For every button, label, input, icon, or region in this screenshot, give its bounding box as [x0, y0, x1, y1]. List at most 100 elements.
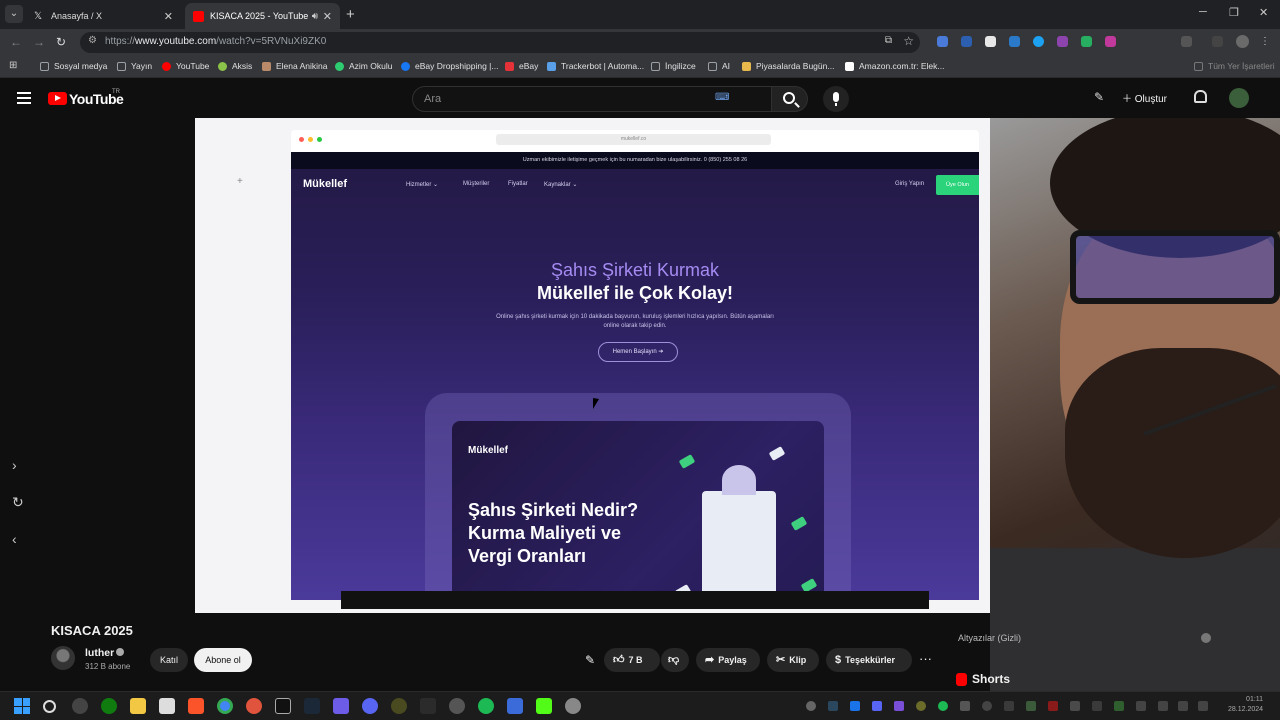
reload-icon[interactable]: ↻: [56, 35, 66, 49]
search-button[interactable]: [772, 86, 808, 112]
menu-icon[interactable]: [17, 92, 31, 104]
thanks-button[interactable]: $ Teşekkürler: [826, 648, 912, 672]
tray-icon[interactable]: [960, 701, 970, 711]
discord-icon[interactable]: [362, 698, 378, 714]
extensions-puzzle-icon[interactable]: [1181, 36, 1192, 47]
dislike-button[interactable]: 👎︎: [661, 648, 689, 672]
app-icon[interactable]: [565, 698, 581, 714]
share-button[interactable]: ➦ Paylaş: [696, 648, 760, 672]
voice-search-button[interactable]: [823, 86, 849, 112]
audio-playing-icon[interactable]: 🔊︎: [312, 11, 318, 22]
tray-icon[interactable]: [1070, 701, 1080, 711]
channel-name[interactable]: luther: [85, 647, 114, 659]
translate-extension-icon[interactable]: [937, 36, 948, 47]
address-bar[interactable]: ⚙︎ https://www.youtube.com/watch?v=5RVNu…: [80, 32, 920, 53]
extension-icon[interactable]: [1009, 36, 1020, 47]
extension-icon[interactable]: [1105, 36, 1116, 47]
extension-icon[interactable]: [961, 36, 972, 47]
extension-icon[interactable]: [1081, 36, 1092, 47]
new-tab-button[interactable]: +: [346, 6, 355, 23]
tray-icon[interactable]: [806, 701, 816, 711]
refresh-icon[interactable]: ↻: [12, 494, 24, 511]
forward-icon[interactable]: →: [33, 35, 45, 49]
windows-start-icon[interactable]: [14, 698, 30, 714]
url-text[interactable]: https://www.youtube.com/watch?v=5RVNuXi9…: [105, 36, 326, 47]
discord-tray-icon[interactable]: [872, 701, 882, 711]
bookmark-item[interactable]: AI: [708, 61, 730, 71]
bookmark-item[interactable]: YouTube: [162, 61, 209, 71]
volume-icon[interactable]: [1198, 701, 1208, 711]
extension-icon[interactable]: [985, 36, 996, 47]
clip-button[interactable]: ✂ Klip: [767, 648, 819, 672]
palette-icon[interactable]: ✎: [585, 653, 595, 667]
more-actions-button[interactable]: ···: [919, 651, 932, 666]
system-clock[interactable]: 01:11 28.12.2024: [1228, 695, 1263, 715]
bookmark-star-icon[interactable]: ☆: [903, 34, 914, 48]
bookmark-item[interactable]: Trackerbot | Automa...: [547, 61, 644, 71]
search-icon[interactable]: [43, 700, 56, 713]
epic-games-icon[interactable]: [275, 698, 291, 714]
app-icon[interactable]: [507, 698, 523, 714]
back-icon[interactable]: ←: [10, 35, 22, 49]
bookmark-item[interactable]: İngilizce: [651, 61, 696, 71]
search-input[interactable]: Ara ⌨︎: [412, 86, 772, 112]
app-icon[interactable]: [246, 698, 262, 714]
app-icon[interactable]: [420, 698, 436, 714]
store-icon[interactable]: [159, 698, 175, 714]
file-explorer-icon[interactable]: [130, 698, 146, 714]
app-icon[interactable]: [391, 698, 407, 714]
tray-icon[interactable]: [850, 701, 860, 711]
like-button[interactable]: 👍︎ 7 B: [604, 648, 660, 672]
install-app-icon[interactable]: ⧉: [885, 35, 892, 46]
steam-tray-icon[interactable]: [828, 701, 838, 711]
bookmark-item[interactable]: Elena Anikina: [262, 61, 328, 71]
tray-icon[interactable]: [916, 701, 926, 711]
app-icon[interactable]: [333, 698, 349, 714]
brave-icon[interactable]: [188, 698, 204, 714]
close-tab-icon[interactable]: ✕: [164, 10, 173, 23]
tab-search-button[interactable]: ⌄: [5, 5, 23, 23]
tray-icon[interactable]: [1136, 701, 1146, 711]
extension-icon[interactable]: [1057, 36, 1068, 47]
spotify-tray-icon[interactable]: [938, 701, 948, 711]
microphone-icon[interactable]: [1178, 701, 1188, 711]
bookmark-item[interactable]: Aksis: [218, 61, 252, 71]
notifications-bell-icon[interactable]: [1194, 90, 1207, 103]
bookmark-item[interactable]: Azim Okulu: [335, 61, 392, 71]
tab-youtube-video[interactable]: KISACA 2025 - YouTube 🔊︎ ✕: [185, 3, 340, 29]
tray-icon[interactable]: [1048, 701, 1058, 711]
shorts-heading[interactable]: Shorts: [972, 672, 1010, 686]
chevron-right-icon[interactable]: ›: [12, 457, 17, 473]
bookmark-item[interactable]: Amazon.com.tr: Elek...: [845, 61, 945, 71]
app-icon[interactable]: [449, 698, 465, 714]
xbox-icon[interactable]: [101, 698, 117, 714]
account-avatar[interactable]: [1229, 88, 1249, 108]
tray-icon[interactable]: [1004, 701, 1014, 711]
keyboard-icon[interactable]: ⌨︎: [715, 92, 729, 103]
site-info-icon[interactable]: ⚙︎: [88, 35, 97, 46]
tray-icon[interactable]: [1092, 701, 1102, 711]
extension-icon[interactable]: [1033, 36, 1044, 47]
spotify-icon[interactable]: [478, 698, 494, 714]
tray-icon[interactable]: [1114, 701, 1124, 711]
close-window-button[interactable]: ✕: [1259, 6, 1268, 19]
widget-icon[interactable]: [72, 698, 88, 714]
network-icon[interactable]: [1158, 701, 1168, 711]
chevron-left-icon[interactable]: ‹: [12, 531, 17, 547]
channel-avatar[interactable]: [51, 646, 75, 670]
steam-icon[interactable]: [304, 698, 320, 714]
chrome-icon[interactable]: [217, 698, 233, 714]
close-tab-icon[interactable]: ✕: [323, 10, 332, 23]
all-bookmarks[interactable]: Tüm Yer İşaretleri: [1194, 61, 1275, 71]
browser-menu-icon[interactable]: ⋮: [1260, 36, 1271, 47]
maximize-button[interactable]: ❐: [1229, 6, 1239, 19]
bookmark-item[interactable]: Yayın: [117, 61, 152, 71]
apps-grid-icon[interactable]: ⊞: [9, 60, 17, 71]
subscribe-button[interactable]: Abone ol: [194, 648, 252, 672]
tray-icon[interactable]: [1026, 701, 1036, 711]
join-button[interactable]: Katıl: [150, 648, 188, 672]
youtube-logo-icon[interactable]: [48, 92, 67, 105]
bookmark-item[interactable]: Piyasalarda Bugün...: [742, 61, 834, 71]
chevron-down-icon[interactable]: [1201, 633, 1211, 643]
bookmark-item[interactable]: eBay Dropshipping |...: [401, 61, 498, 71]
